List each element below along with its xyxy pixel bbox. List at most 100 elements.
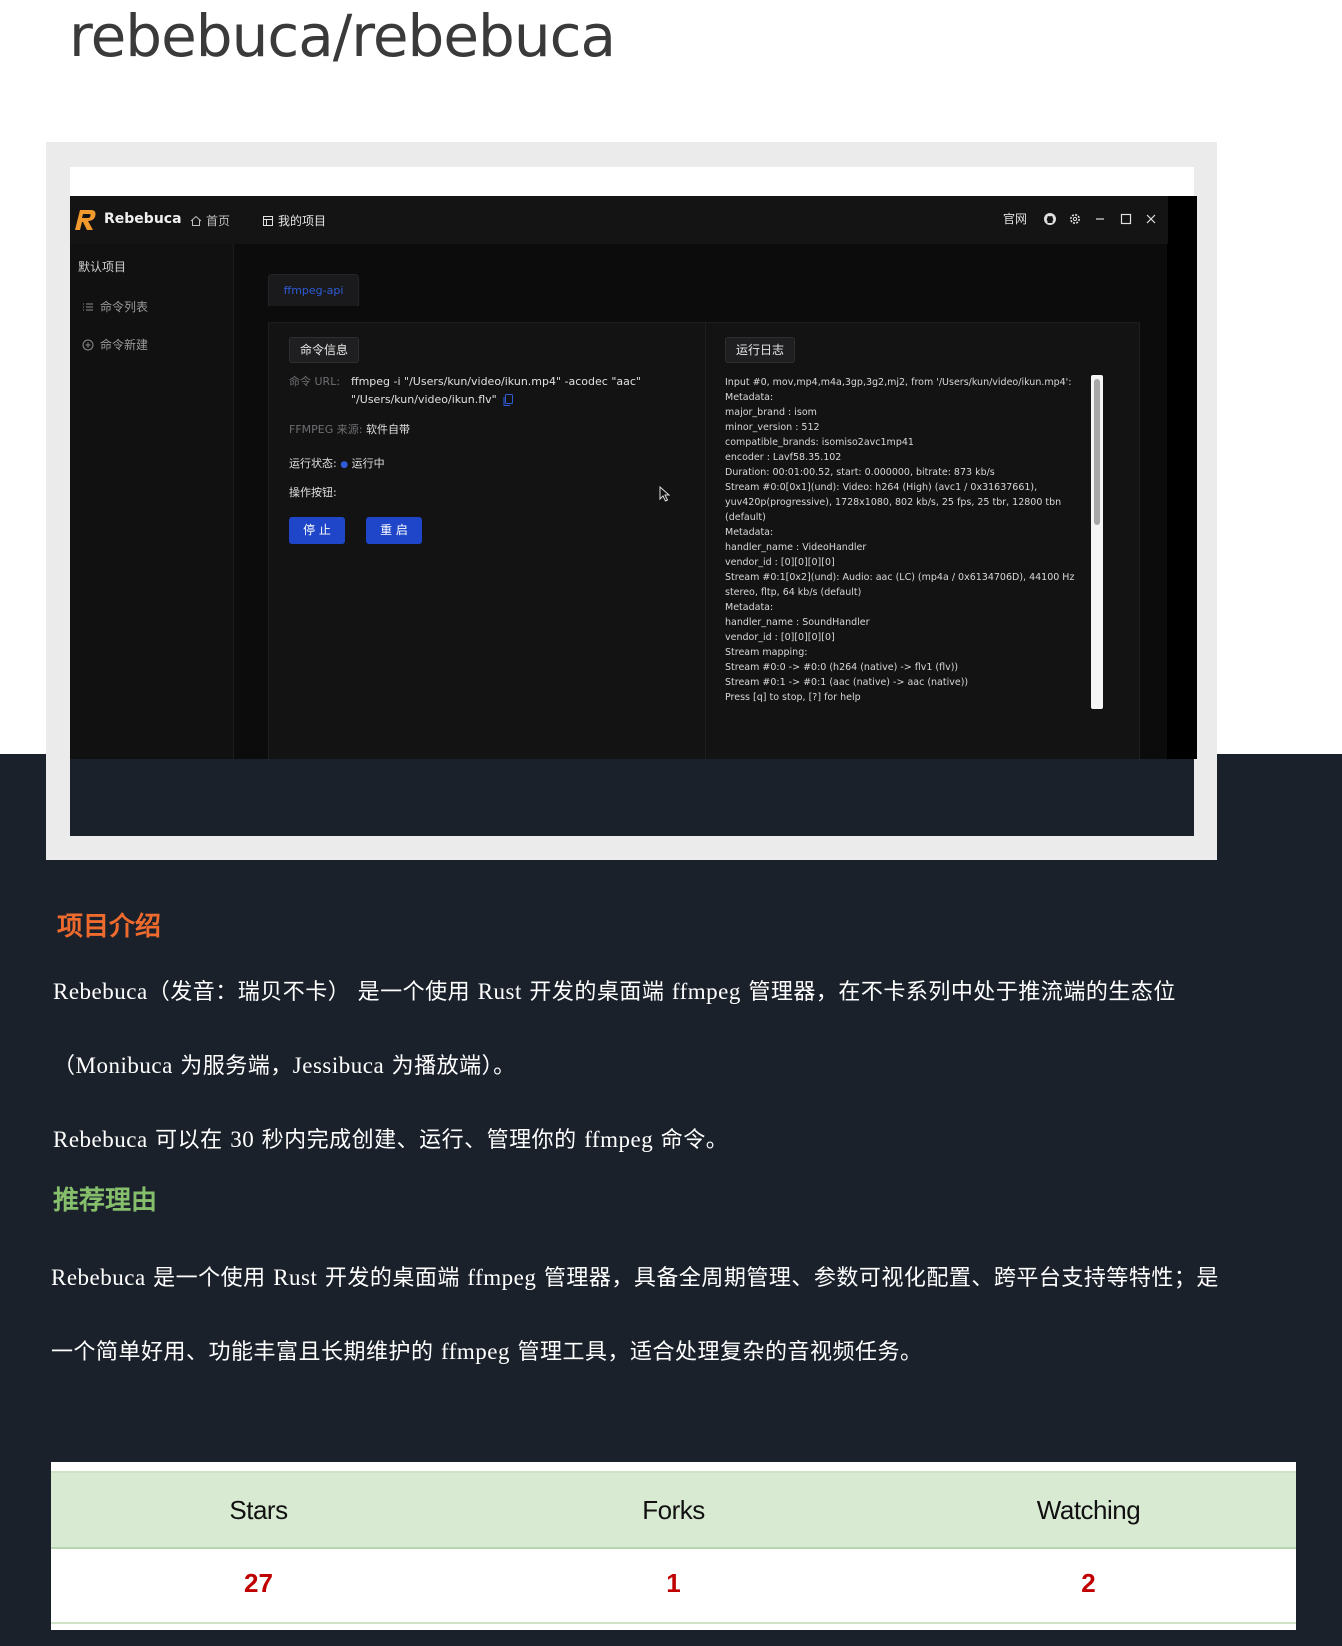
log-line: (default) bbox=[725, 512, 766, 523]
log-line: Metadata: bbox=[725, 527, 774, 538]
log-line: major_brand : isom bbox=[725, 407, 817, 418]
mouse-cursor-icon bbox=[659, 486, 671, 502]
log-line: Stream #0:0 -> #0:0 (h264 (native) -> fl… bbox=[725, 662, 959, 673]
text-segment: 秒内完成创建、运行、管理你的 bbox=[254, 1128, 585, 1153]
command-url-row: 命令 URL: bbox=[289, 373, 340, 389]
command-info-panel: 命令信息 命令 URL: ffmpeg -i "/Users/kun/video… bbox=[269, 323, 706, 759]
ffmpeg-source-row: FFMPEG 来源: 软件自带 bbox=[289, 421, 410, 437]
log-scrollbar-thumb[interactable] bbox=[1094, 379, 1100, 525]
text-segment: Rust bbox=[477, 979, 522, 1004]
run-log-output: Input #0, mov,mp4,m4a,3gp,3g2,mj2, from … bbox=[725, 375, 1075, 715]
nav-home-label: 首页 bbox=[206, 214, 231, 228]
command-url-line1: ffmpeg -i "/Users/kun/video/ikun.mp4" -a… bbox=[351, 375, 641, 388]
list-icon bbox=[83, 303, 93, 310]
text-segment: 管理工具，适合处理复杂的音视频任务。 bbox=[510, 1340, 923, 1365]
log-line: Stream mapping: bbox=[725, 647, 808, 658]
log-line: Duration: 00:01:00.52, start: 0.000000, … bbox=[725, 467, 995, 478]
stats-value-forks: 1 bbox=[666, 1568, 681, 1598]
text-segment: 命令。 bbox=[653, 1128, 729, 1153]
reason-heading: 推荐理由 bbox=[53, 1186, 158, 1216]
log-line: Stream #0:1 -> #0:1 (aac (native) -> aac… bbox=[725, 677, 969, 688]
command-url-line2-wrap: "/Users/kun/video/ikun.flv" bbox=[351, 391, 641, 409]
reason-paragraph-line1: Rebebuca 是一个使用 Rust 开发的桌面端 ffmpeg 管理器，具备… bbox=[51, 1241, 1219, 1316]
sidebar-project-title: 默认项目 bbox=[78, 260, 127, 274]
github-icon[interactable] bbox=[1043, 212, 1057, 226]
rebebuca-logo-icon bbox=[75, 210, 96, 230]
run-status-key: 运行状态: bbox=[289, 457, 337, 470]
command-url-line2: "/Users/kun/video/ikun.flv" bbox=[351, 393, 497, 406]
page-title: rebebuca/rebebuca bbox=[69, 2, 616, 70]
official-site-link[interactable]: 官网 bbox=[1003, 210, 1027, 227]
copy-icon[interactable] bbox=[503, 394, 513, 406]
sidebar-item-label: 命令列表 bbox=[100, 300, 149, 314]
run-log-badge: 运行日志 bbox=[725, 337, 796, 363]
log-line: Metadata: bbox=[725, 602, 774, 613]
log-line: Stream #0:0[0x1](und): Video: h264 (High… bbox=[725, 482, 1038, 493]
log-line: minor_version : 512 bbox=[725, 422, 820, 433]
stats-header-stars: Stars bbox=[229, 1495, 288, 1525]
text-segment: 为服务端， bbox=[172, 1054, 293, 1079]
project-icon bbox=[263, 215, 273, 226]
stats-header-watching: Watching bbox=[1036, 1495, 1141, 1525]
log-line: Stream #0:1[0x2](und): Audio: aac (LC) (… bbox=[725, 572, 1075, 583]
text-segment: 一个简单好用、功能丰富且长期维护的 bbox=[51, 1340, 441, 1365]
maximize-icon[interactable] bbox=[1119, 212, 1133, 226]
text-segment: 开发的桌面端 bbox=[521, 980, 672, 1005]
home-icon bbox=[190, 215, 202, 226]
nav-my-projects[interactable]: 我的项目 bbox=[262, 212, 326, 229]
stats-value-watching: 2 bbox=[1081, 1568, 1096, 1598]
text-segment: Rebebuca bbox=[51, 1265, 146, 1290]
sidebar-item-command-list[interactable]: 命令列表 bbox=[82, 298, 148, 315]
run-status-row: 运行状态: ● 运行中 bbox=[289, 455, 385, 471]
intro-heading: 项目介绍 bbox=[57, 912, 162, 942]
ops-row: 操作按钮: bbox=[289, 484, 337, 500]
text-segment: （ bbox=[53, 1054, 76, 1079]
text-segment: 30 bbox=[230, 1127, 255, 1152]
command-url-value: ffmpeg -i "/Users/kun/video/ikun.mp4" -a… bbox=[351, 373, 641, 409]
text-segment: 管理器，在不卡系列中处于推流端的生态位 bbox=[740, 980, 1176, 1005]
intro-paragraph-line2: （Monibuca 为服务端，Jessibuca 为播放端）。 bbox=[53, 1029, 516, 1104]
text-segment: ffmpeg bbox=[441, 1339, 511, 1364]
log-line: stereo, fltp, 64 kb/s (default) bbox=[725, 587, 862, 598]
screenshot-bottom-strip bbox=[70, 758, 1194, 836]
stats-header-row: Stars Forks Watching bbox=[51, 1471, 1296, 1549]
text-segment: ffmpeg bbox=[584, 1127, 654, 1152]
text-segment: Rust bbox=[273, 1265, 318, 1290]
command-detail-panel: 命令信息 命令 URL: ffmpeg -i "/Users/kun/video… bbox=[268, 322, 1140, 759]
log-line: encoder : Lavf58.35.102 bbox=[725, 452, 842, 463]
nav-home[interactable]: 首页 bbox=[190, 212, 230, 229]
log-line: handler_name : VideoHandler bbox=[725, 542, 867, 553]
sidebar-item-new-command[interactable]: 命令新建 bbox=[82, 336, 148, 353]
nav-my-projects-label: 我的项目 bbox=[278, 214, 327, 228]
log-line: yuv420p(progressive), 1728x1080, 802 kb/… bbox=[725, 497, 1062, 508]
ops-key: 操作按钮: bbox=[289, 486, 337, 499]
log-line: Metadata: bbox=[725, 392, 774, 403]
close-icon[interactable] bbox=[1144, 212, 1158, 226]
log-line: vendor_id : [0][0][0][0] bbox=[725, 557, 835, 568]
repo-stats-table: Stars Forks Watching 27 1 2 bbox=[51, 1462, 1296, 1630]
text-segment: （发音：瑞贝不卡） 是一个使用 bbox=[147, 980, 478, 1005]
stop-button[interactable]: 停 止 bbox=[289, 517, 345, 544]
sidebar: 默认项目 命令列表 命令新建 bbox=[70, 244, 234, 759]
log-scrollbar[interactable] bbox=[1091, 375, 1103, 709]
text-segment: 是一个使用 bbox=[145, 1266, 274, 1291]
log-line: vendor_id : [0][0][0][0] bbox=[725, 632, 835, 643]
text-segment: 为播放端）。 bbox=[384, 1054, 516, 1079]
app-brand: Rebebuca bbox=[104, 211, 182, 227]
tab-ffmpeg-api[interactable]: ffmpeg-api bbox=[268, 274, 359, 306]
intro-paragraph-line1: Rebebuca（发音：瑞贝不卡） 是一个使用 Rust 开发的桌面端 ffmp… bbox=[53, 955, 1176, 1030]
minimize-icon[interactable] bbox=[1093, 212, 1107, 226]
text-segment: 可以在 bbox=[147, 1128, 231, 1153]
settings-gear-icon[interactable] bbox=[1068, 212, 1082, 226]
text-segment: Rebebuca bbox=[53, 979, 148, 1004]
reason-paragraph-line2: 一个简单好用、功能丰富且长期维护的 ffmpeg 管理工具，适合处理复杂的音视频… bbox=[51, 1315, 923, 1390]
text-segment: 管理器，具备全周期管理、参数可视化配置、跨平台支持等特性；是 bbox=[536, 1266, 1219, 1291]
log-line: Press [q] to stop, [?] for help bbox=[725, 692, 861, 703]
add-circle-icon bbox=[82, 339, 94, 350]
app-screenshot: Rebebuca 首页 我的项目 官网 默认项目 命令列表 命令新建 ffmpe… bbox=[70, 196, 1197, 759]
ffmpeg-source-value: 软件自带 bbox=[365, 423, 410, 436]
text-segment: 开发的桌面端 bbox=[317, 1266, 468, 1291]
log-line: handler_name : SoundHandler bbox=[725, 617, 870, 628]
restart-button[interactable]: 重 启 bbox=[366, 517, 422, 544]
text-segment: ffmpeg bbox=[467, 1265, 537, 1290]
